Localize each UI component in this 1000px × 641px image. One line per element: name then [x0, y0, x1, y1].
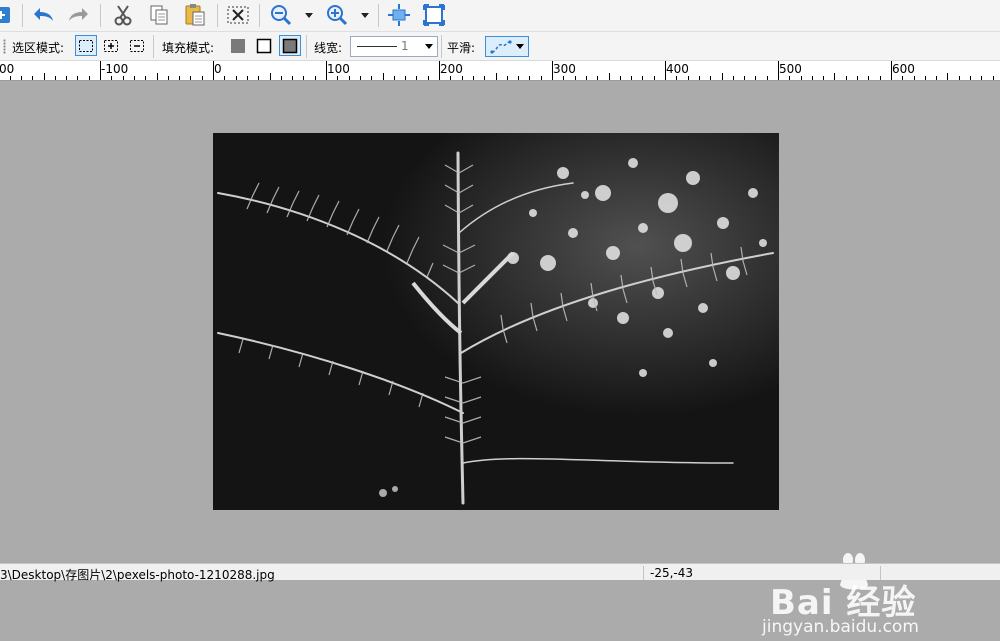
zoom-in-dropdown-icon[interactable] — [359, 8, 371, 22]
toolbar-separator — [378, 4, 379, 27]
main-toolbar — [0, 0, 1000, 32]
line-width-label: 线宽: — [314, 41, 343, 55]
selection-mode-label: 选区模式: — [12, 41, 65, 55]
toolbar-separator — [441, 35, 442, 58]
smooth-label: 平滑: — [447, 41, 476, 55]
select-add-mode-button[interactable] — [100, 35, 122, 56]
ruler-label: 300 — [553, 62, 576, 76]
zoom-out-dropdown-icon[interactable] — [303, 8, 315, 22]
toolbar-separator — [306, 35, 307, 58]
ruler-label: 600 — [892, 62, 915, 76]
toolbar-grip[interactable] — [3, 39, 6, 54]
fill-solid-button[interactable] — [227, 35, 249, 56]
status-divider — [880, 566, 881, 580]
toolbar-separator — [100, 4, 101, 27]
status-bar: 3\Desktop\存图片\2\pexels-photo-1210288.jpg… — [0, 563, 1000, 582]
select-subtract-mode-button[interactable] — [126, 35, 148, 56]
ruler-label: 00 — [0, 62, 15, 76]
file-path: 3\Desktop\存图片\2\pexels-photo-1210288.jpg — [0, 568, 275, 582]
paste-icon[interactable] — [182, 2, 208, 28]
toolbar-separator — [259, 4, 260, 27]
canvas-area[interactable]: Bai 经验 jingyan.baidu.com — [0, 81, 1000, 637]
actual-size-icon[interactable] — [421, 2, 447, 28]
redo-icon[interactable] — [66, 2, 92, 28]
zoom-in-icon[interactable] — [324, 2, 350, 28]
smooth-select[interactable] — [485, 36, 529, 57]
ruler-label: 100 — [327, 62, 350, 76]
ruler-label: 500 — [779, 62, 802, 76]
zoom-out-icon[interactable] — [268, 2, 294, 28]
new-icon[interactable] — [0, 2, 14, 28]
watermark-url: jingyan.baidu.com — [762, 617, 919, 637]
ruler-ticks — [10, 61, 994, 80]
ruler-label: 200 — [440, 62, 463, 76]
chevron-down-icon — [425, 44, 433, 49]
cursor-coordinates: -25,-43 — [650, 566, 694, 580]
cut-icon[interactable] — [110, 2, 136, 28]
toolbar-separator — [22, 4, 23, 27]
chevron-down-icon — [516, 44, 524, 49]
fill-mode-label: 填充模式: — [162, 41, 215, 55]
status-divider — [643, 566, 644, 580]
ruler-label: 0 — [214, 62, 222, 76]
fit-window-icon[interactable] — [386, 2, 412, 28]
ruler-label: -100 — [101, 62, 129, 76]
select-rect-mode-button[interactable] — [75, 35, 97, 56]
deselect-icon[interactable] — [225, 2, 251, 28]
ruler-label: 400 — [666, 62, 689, 76]
fern-photo[interactable] — [213, 133, 779, 510]
smooth-curve-icon — [490, 39, 512, 54]
line-width-value: 1 — [401, 39, 409, 53]
fill-outline-solid-button[interactable] — [279, 35, 301, 56]
undo-icon[interactable] — [30, 2, 56, 28]
horizontal-ruler: 00 -100 0 100 200 300 400 500 600 — [0, 61, 1000, 81]
copy-icon[interactable] — [146, 2, 172, 28]
fern-photo-image — [213, 133, 779, 510]
options-toolbar: 选区模式: 填充模式: 线宽: 1 平滑: — [0, 32, 1000, 61]
fill-outline-button[interactable] — [253, 35, 275, 56]
line-width-preview — [357, 46, 397, 47]
line-width-select[interactable]: 1 — [350, 36, 438, 57]
toolbar-separator — [153, 35, 154, 58]
toolbar-separator — [217, 4, 218, 27]
